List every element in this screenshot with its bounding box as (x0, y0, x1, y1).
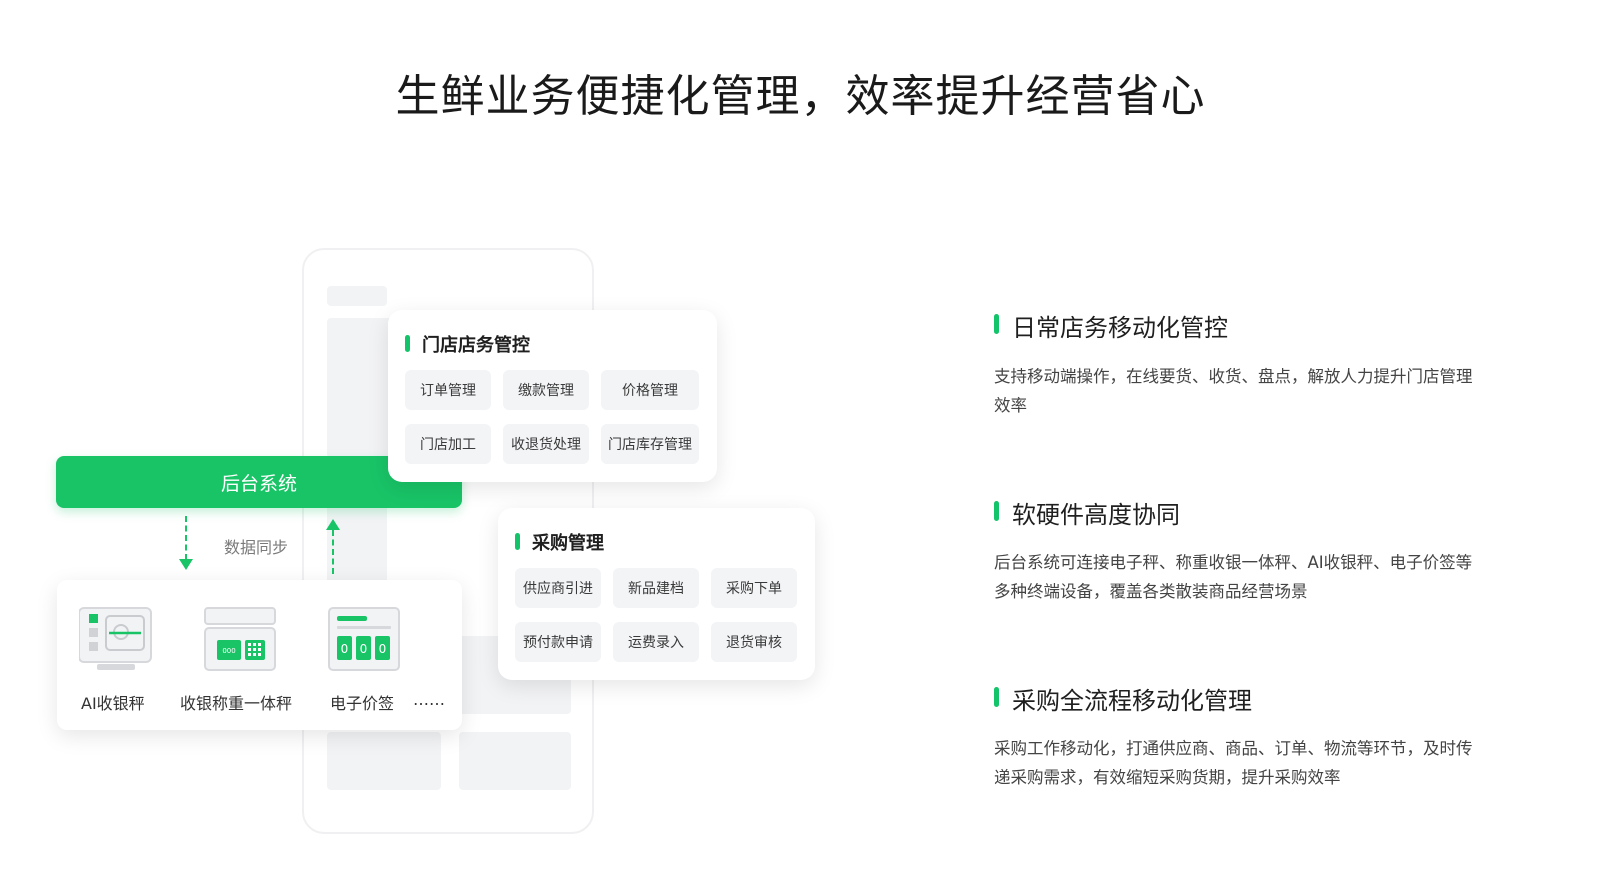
svg-text:0: 0 (360, 642, 368, 656)
chip-payment-management[interactable]: 缴款管理 (503, 370, 589, 410)
chip-return-review[interactable]: 退货审核 (711, 622, 797, 662)
chip-new-product[interactable]: 新品建档 (613, 568, 699, 608)
chip-freight-entry[interactable]: 运费录入 (613, 622, 699, 662)
title-accent (515, 533, 520, 550)
register-scale-icon: 000 (203, 606, 277, 676)
feature-desc-hardware: 后台系统可连接电子秤、称重收银一体秤、AI收银秤、电子价签等多种终端设备，覆盖各… (994, 553, 1473, 601)
page-title: 生鲜业务便捷化管理，效率提升经营省心 (395, 71, 1206, 122)
ai-scale-icon (78, 606, 153, 676)
device-label-ai-scale: AI收银秤 (81, 694, 145, 713)
device-more-ellipsis: …… (413, 690, 445, 709)
feature-title-hardware: 软硬件高度协同 (1012, 501, 1180, 529)
feature-accent (994, 314, 999, 334)
svg-text:000: 000 (222, 647, 235, 655)
devices-card: 000 0 0 0 AI收银秤 收银称重一体秤 电子价签 …… (57, 580, 462, 730)
price-tag-icon: 0 0 0 (327, 606, 401, 676)
phone-placeholder-bar (327, 286, 387, 306)
feature-desc-purchase: 采购工作移动化，打通供应商、商品、订单、物流等环节，及时传递采购需求，有效缩短采… (994, 739, 1473, 787)
backend-label: 后台系统 (220, 472, 297, 495)
title-accent (405, 335, 410, 352)
device-label-register-scale: 收银称重一体秤 (180, 694, 293, 713)
feature-desc-store: 支持移动端操作，在线要货、收货、盘点，解放人力提升门店管理效率 (994, 367, 1473, 415)
chip-supplier-intro[interactable]: 供应商引进 (515, 568, 601, 608)
chip-order-management[interactable]: 订单管理 (405, 370, 491, 410)
chip-store-processing[interactable]: 门店加工 (405, 424, 491, 464)
chip-receiving-returns[interactable]: 收退货处理 (503, 424, 589, 464)
sync-down-line (185, 516, 187, 560)
feature-title-store: 日常店务移动化管控 (1012, 314, 1228, 342)
feature-accent (994, 501, 999, 521)
page: 生鲜业务便捷化管理，效率提升经营省心 后台系统 门店店务管控 订单管理 缴款管理… (0, 0, 1601, 888)
phone-placeholder-block (327, 732, 441, 790)
store-management-card: 门店店务管控 订单管理 缴款管理 价格管理 门店加工 收退货处理 门店库存管理 (388, 310, 717, 482)
store-card-title: 门店店务管控 (422, 335, 530, 356)
purchase-card-title: 采购管理 (532, 533, 604, 554)
chip-store-inventory[interactable]: 门店库存管理 (601, 424, 699, 464)
chip-price-management[interactable]: 价格管理 (601, 370, 699, 410)
arrow-down-icon (179, 559, 193, 570)
sync-up-line (332, 530, 334, 574)
feature-title-purchase: 采购全流程移动化管理 (1012, 687, 1252, 715)
svg-text:0: 0 (341, 642, 349, 656)
phone-placeholder-block (459, 732, 571, 790)
chip-purchase-order[interactable]: 采购下单 (711, 568, 797, 608)
svg-text:0: 0 (379, 642, 387, 656)
purchase-management-card: 采购管理 供应商引进 新品建档 采购下单 预付款申请 运费录入 退货审核 (498, 508, 815, 680)
data-sync-label: 数据同步 (224, 538, 289, 557)
chip-prepayment[interactable]: 预付款申请 (515, 622, 601, 662)
feature-accent (994, 687, 999, 707)
arrow-up-icon (326, 519, 340, 530)
device-label-price-tag: 电子价签 (330, 694, 395, 713)
